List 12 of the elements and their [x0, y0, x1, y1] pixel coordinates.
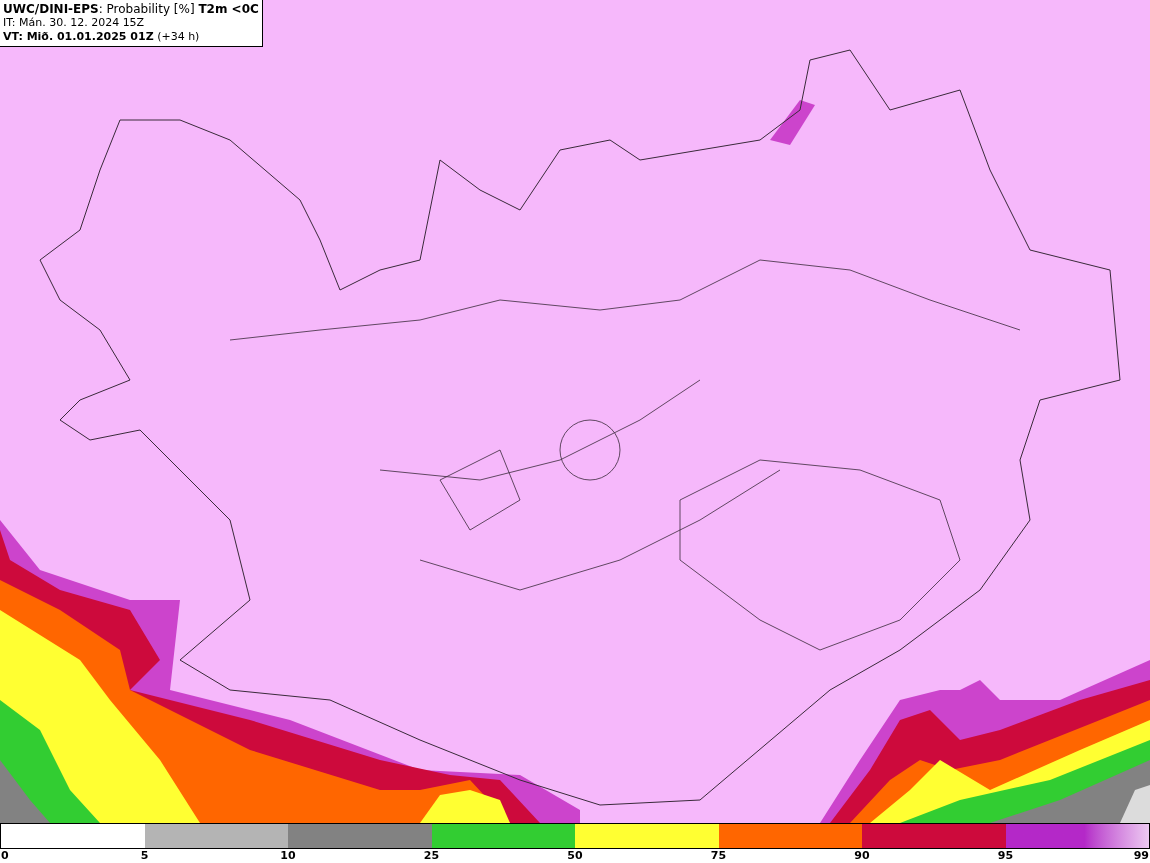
colorbar-tick-label: 10 [280, 850, 296, 862]
colorbar-tick-label: 75 [710, 850, 727, 862]
colorbar-tick-label: 90 [854, 850, 870, 862]
colorbar-tick-label: 0 [1, 850, 9, 862]
colorbar-tick-label: 5 [140, 850, 149, 862]
valid-time: VT: Mið. 01.01.2025 01Z (+34 h) [3, 30, 201, 44]
colorbar-tick-label: 50 [567, 850, 583, 862]
map-title: UWC/DINI-EPS: Probability [%] T2m <0C [3, 2, 259, 16]
colorbar-tick-label: 99 [1133, 850, 1149, 862]
colorbar-tick-label: 25 [423, 850, 440, 862]
colorbar-tick-label: 95 [997, 850, 1014, 862]
initial-time: IT: Mán. 30. 12. 2024 15Z [3, 16, 146, 30]
